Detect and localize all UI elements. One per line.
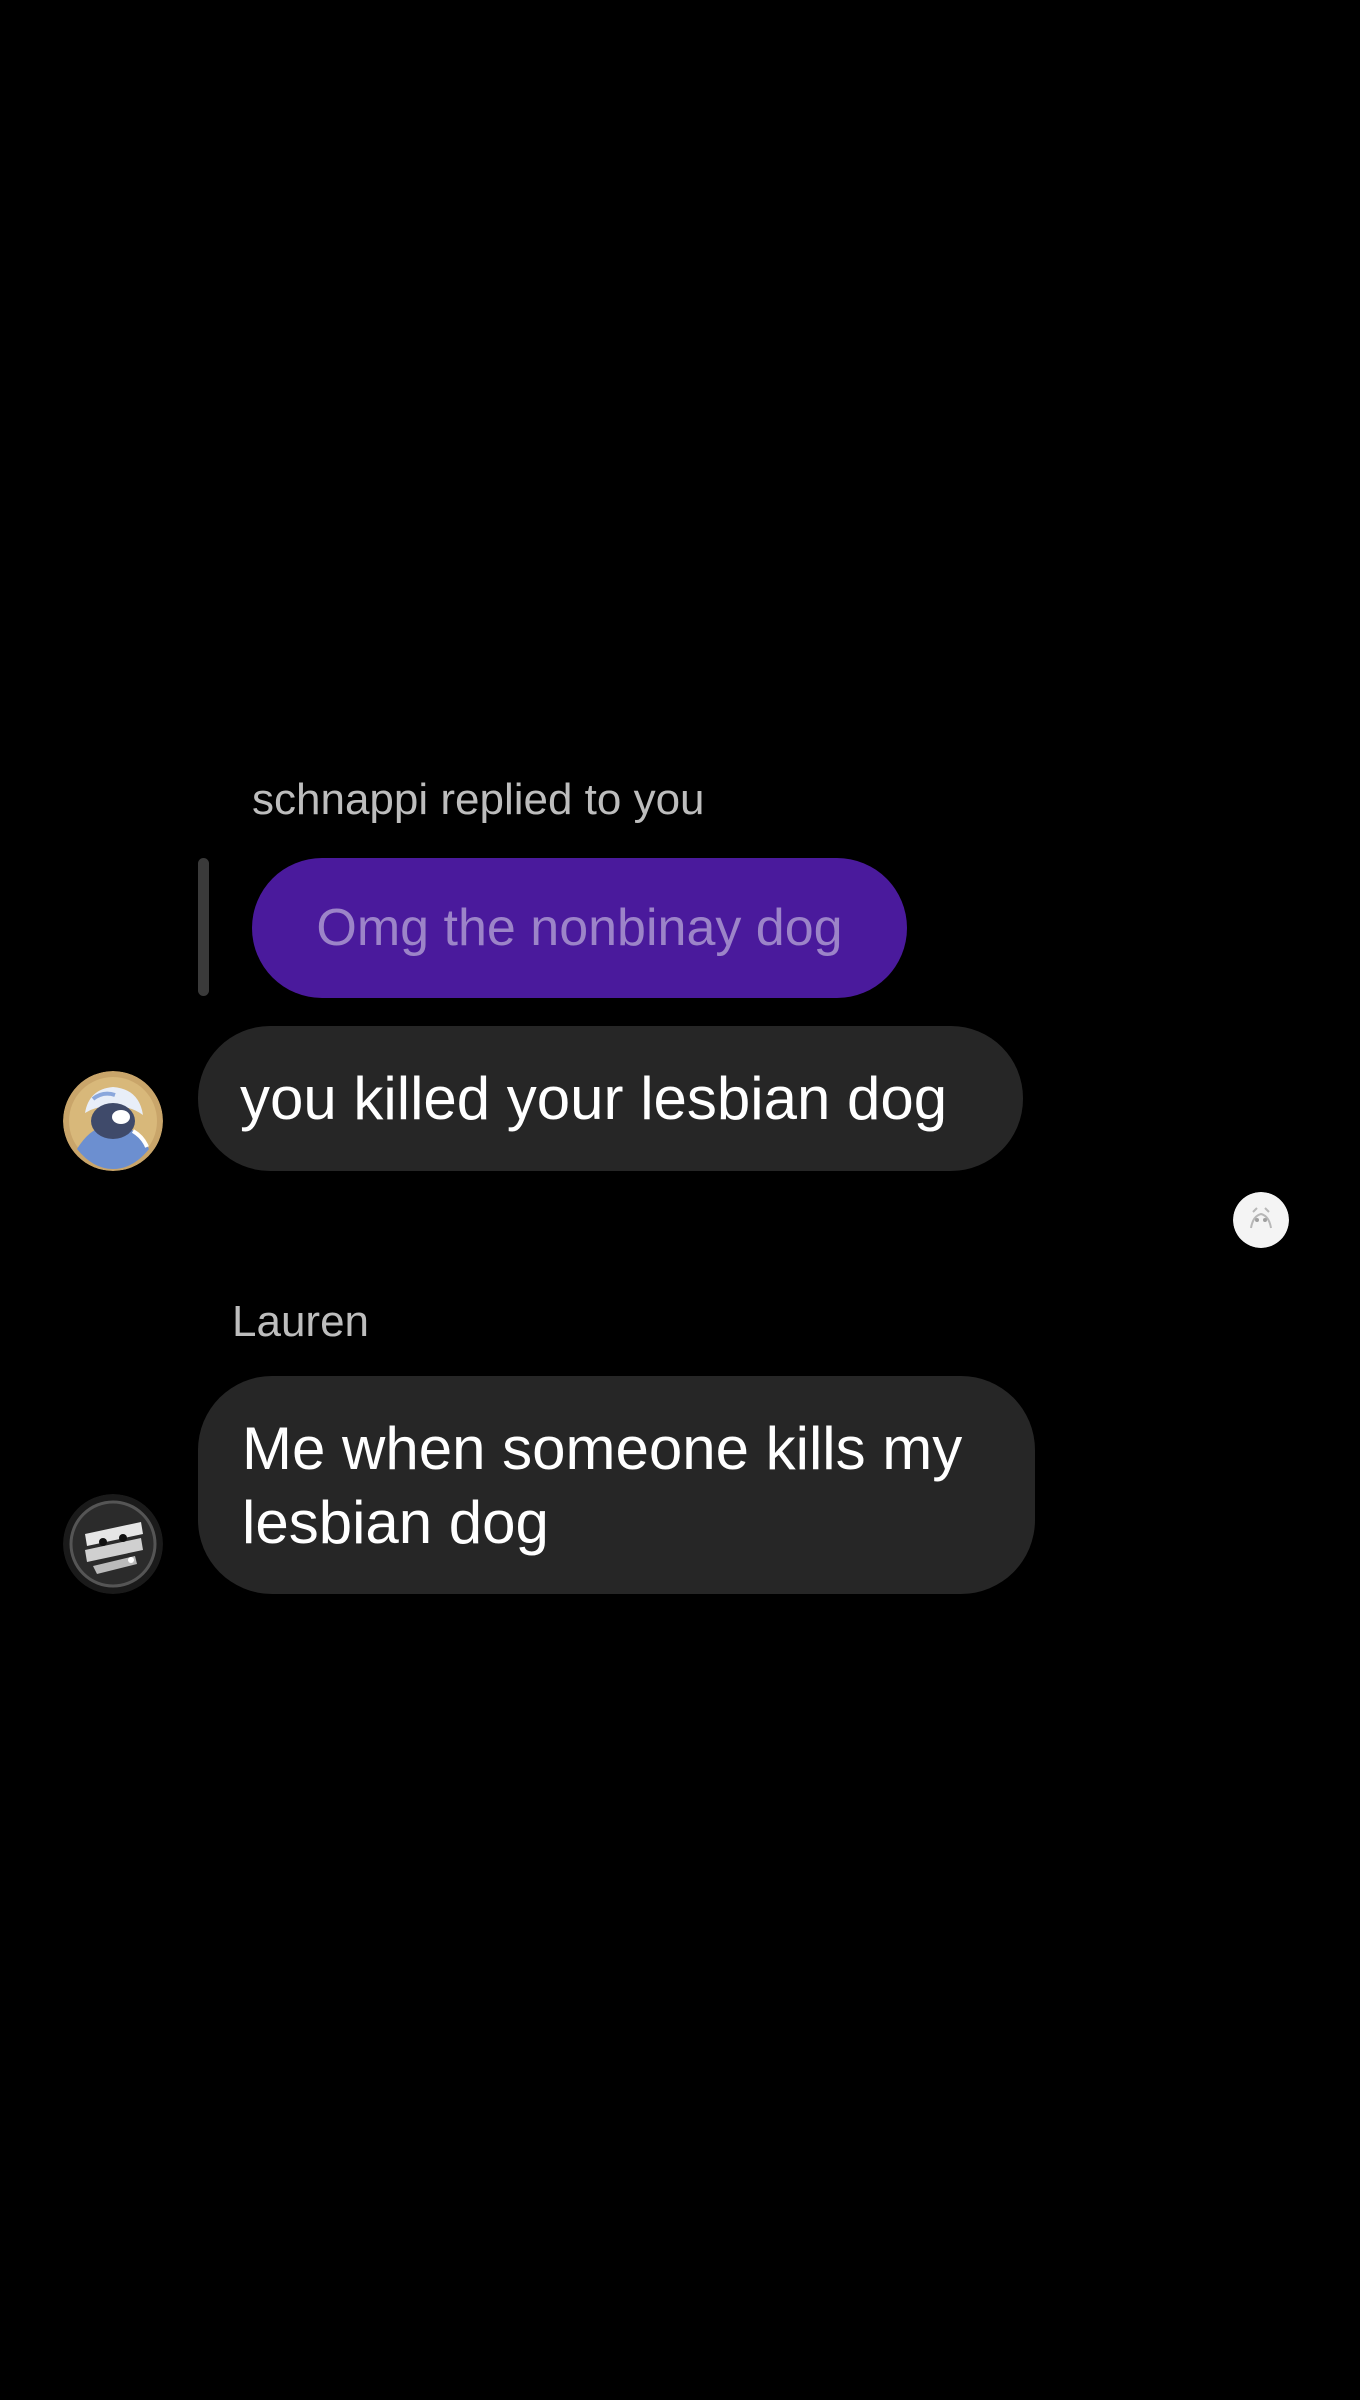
- message-bubble[interactable]: you killed your lesbian dog: [198, 1026, 1023, 1171]
- sender-avatar[interactable]: [63, 1071, 163, 1171]
- user-avatar-icon: [63, 1494, 163, 1594]
- reply-indicator-bar: [198, 858, 209, 996]
- quoted-message-text: Omg the nonbinay dog: [316, 899, 843, 957]
- sender-name: Lauren: [232, 1297, 370, 1346]
- message-text: you killed your lesbian dog: [240, 1065, 948, 1132]
- user-avatar-icon: [63, 1071, 163, 1171]
- reply-caption: schnappi replied to you: [252, 775, 705, 824]
- message-text: Me when someone kills my lesbian dog: [242, 1415, 963, 1556]
- user-avatar-icon: [1233, 1192, 1289, 1248]
- quoted-message-bubble[interactable]: Omg the nonbinay dog: [252, 858, 907, 998]
- message-bubble[interactable]: Me when someone kills my lesbian dog: [198, 1376, 1035, 1594]
- sender-avatar[interactable]: [63, 1494, 163, 1594]
- read-receipt-avatar: [1233, 1192, 1289, 1248]
